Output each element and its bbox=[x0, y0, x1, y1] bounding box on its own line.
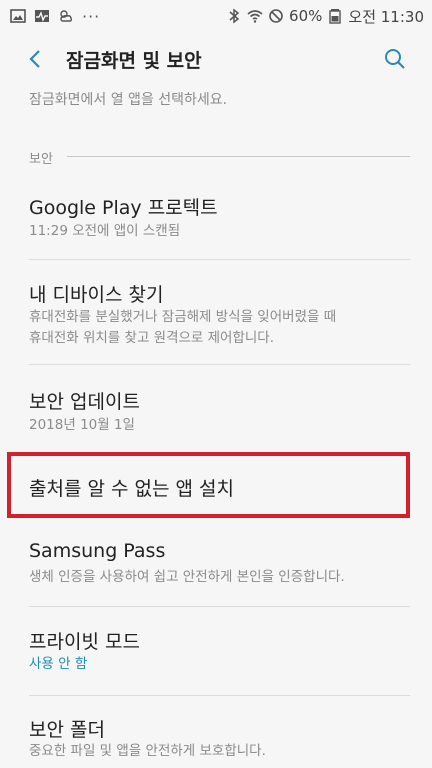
item-status: 사용 안 함 bbox=[29, 656, 88, 672]
secure-folder-item[interactable]: 보안 폴더 중요한 파일 및 앱을 안전하게 보호합니다. bbox=[0, 696, 432, 768]
section-header: 보안 bbox=[29, 152, 53, 167]
section-divider bbox=[67, 156, 410, 157]
page-title: 잠금화면 및 보안 bbox=[66, 50, 202, 72]
bluetooth-icon bbox=[229, 8, 240, 24]
status-bar-left: ··· bbox=[10, 0, 100, 32]
google-play-protect-item[interactable]: Google Play 프로텍트 11:29 오전에 앱이 스캔됨 bbox=[0, 180, 432, 258]
battery-percent: 60% bbox=[289, 7, 323, 25]
item-description: 11:29 오전에 앱이 스캔됨 bbox=[29, 223, 181, 239]
do-not-disturb-icon bbox=[269, 9, 283, 23]
item-title: Samsung Pass bbox=[29, 540, 166, 562]
item-title: Google Play 프로텍트 bbox=[29, 197, 218, 219]
item-description: 중요한 파일 및 앱을 안전하게 보호합니다. bbox=[29, 743, 266, 759]
battery-icon bbox=[329, 9, 342, 24]
image-icon bbox=[10, 9, 26, 23]
item-title: 보안 폴더 bbox=[29, 719, 105, 741]
search-button[interactable] bbox=[378, 42, 412, 76]
partial-item-description: 잠금화면에서 열 앱을 선택하세요. bbox=[29, 92, 228, 108]
back-button[interactable] bbox=[18, 42, 52, 76]
more-notifications-indicator: ··· bbox=[82, 6, 101, 26]
find-my-device-item[interactable]: 내 디바이스 찾기 휴대전화를 분실했거나 잠금해제 방식을 잊어버렸을 때 휴… bbox=[0, 260, 432, 364]
private-mode-item[interactable]: 프라이빗 모드 사용 안 함 bbox=[0, 607, 432, 695]
highlight-box bbox=[7, 452, 410, 518]
item-description: 생체 인증을 사용하여 쉽고 안전하게 본인을 인증합니다. bbox=[29, 569, 345, 585]
item-title: 내 디바이스 찾기 bbox=[29, 284, 164, 306]
item-title: 프라이빗 모드 bbox=[29, 631, 140, 653]
weather-icon bbox=[60, 10, 73, 22]
item-description-line1: 휴대전화를 분실했거나 잠금해제 방식을 잊어버렸을 때 bbox=[29, 309, 337, 325]
activity-icon bbox=[35, 10, 49, 22]
app-bar: 잠금화면 및 보안 bbox=[0, 32, 432, 86]
security-update-item[interactable]: 보안 업데이트 2018년 10월 1일 bbox=[0, 365, 432, 445]
search-icon bbox=[385, 49, 405, 69]
item-description-line2: 휴대전화 위치를 찾고 원격으로 제어합니다. bbox=[29, 330, 275, 346]
status-time: 오전 11:30 bbox=[348, 7, 424, 26]
item-description: 2018년 10월 1일 bbox=[29, 417, 135, 433]
wifi-icon bbox=[247, 10, 263, 23]
status-bar-right: 60% 오전 11:30 bbox=[226, 0, 424, 32]
samsung-pass-item[interactable]: Samsung Pass 생체 인증을 사용하여 쉽고 안전하게 본인을 인증합… bbox=[0, 524, 432, 606]
chevron-left-icon bbox=[29, 50, 40, 68]
status-bar: ··· 60% 오전 11:30 bbox=[0, 0, 432, 32]
item-title: 보안 업데이트 bbox=[29, 391, 140, 413]
